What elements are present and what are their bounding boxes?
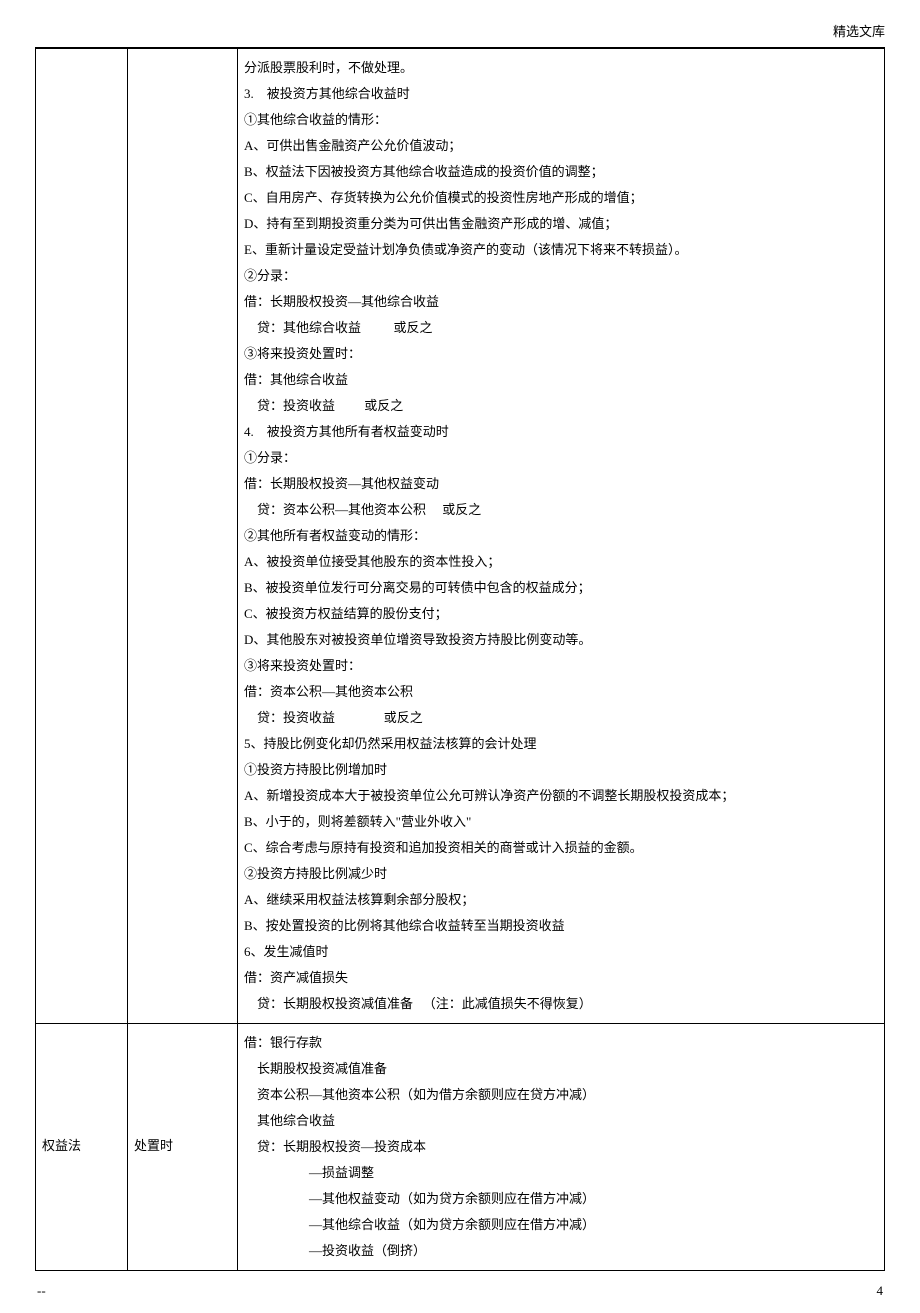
page-footer: -- 4 [35, 1279, 885, 1304]
content-line: ②投资方持股比例减少时 [244, 861, 878, 887]
row-content: 借：银行存款 长期股权投资减值准备 资本公积—其他资本公积（如为借方余额则应在贷… [238, 1023, 885, 1270]
content-line: E、重新计量设定受益计划净负债或净资产的变动（该情况下将来不转损益）。 [244, 237, 878, 263]
table-row: 分派股票股利时，不做处理。3. 被投资方其他综合收益时①其他综合收益的情形：A、… [36, 48, 885, 1023]
content-line: 4. 被投资方其他所有者权益变动时 [244, 419, 878, 445]
row-phase: 处置时 [128, 1023, 238, 1270]
content-line: A、新增投资成本大于被投资单位公允可辨认净资产份额的不调整长期股权投资成本； [244, 783, 878, 809]
content-line: 贷：其他综合收益 或反之 [244, 315, 878, 341]
content-line: ②分录： [244, 263, 878, 289]
content-line: 贷：长期股权投资减值准备 （注：此减值损失不得恢复） [244, 991, 878, 1017]
content-line: —投资收益（倒挤） [244, 1238, 878, 1264]
content-line: 3. 被投资方其他综合收益时 [244, 81, 878, 107]
row-content: 分派股票股利时，不做处理。3. 被投资方其他综合收益时①其他综合收益的情形：A、… [238, 48, 885, 1023]
content-line: —其他综合收益（如为贷方余额则应在借方冲减） [244, 1212, 878, 1238]
content-line: —其他权益变动（如为贷方余额则应在借方冲减） [244, 1186, 878, 1212]
footer-left: -- [37, 1279, 46, 1304]
row-category: 权益法 [36, 1023, 128, 1270]
content-line: B、权益法下因被投资方其他综合收益造成的投资价值的调整； [244, 159, 878, 185]
accounting-table: 分派股票股利时，不做处理。3. 被投资方其他综合收益时①其他综合收益的情形：A、… [35, 48, 885, 1271]
content-line: 5、持股比例变化却仍然采用权益法核算的会计处理 [244, 731, 878, 757]
content-line: 借：银行存款 [244, 1030, 878, 1056]
content-line: A、可供出售金融资产公允价值波动； [244, 133, 878, 159]
content-line: A、被投资单位接受其他股东的资本性投入； [244, 549, 878, 575]
content-line: ①其他综合收益的情形： [244, 107, 878, 133]
content-line: D、持有至到期投资重分类为可供出售金融资产形成的增、减值； [244, 211, 878, 237]
content-line: 分派股票股利时，不做处理。 [244, 55, 878, 81]
content-line: 长期股权投资减值准备 [244, 1056, 878, 1082]
content-line: —损益调整 [244, 1160, 878, 1186]
content-line: 其他综合收益 [244, 1108, 878, 1134]
content-line: ①分录： [244, 445, 878, 471]
content-line: 贷：投资收益 或反之 [244, 705, 878, 731]
content-line: 资本公积—其他资本公积（如为借方余额则应在贷方冲减） [244, 1082, 878, 1108]
content-line: ③将来投资处置时： [244, 341, 878, 367]
content-line: ②其他所有者权益变动的情形： [244, 523, 878, 549]
content-line: 借：资本公积—其他资本公积 [244, 679, 878, 705]
content-line: D、其他股东对被投资单位增资导致投资方持股比例变动等。 [244, 627, 878, 653]
content-line: C、被投资方权益结算的股份支付； [244, 601, 878, 627]
page-number: 4 [877, 1279, 884, 1304]
content-line: 借：资产减值损失 [244, 965, 878, 991]
content-line: ①投资方持股比例增加时 [244, 757, 878, 783]
row-phase [128, 48, 238, 1023]
content-line: 贷：投资收益 或反之 [244, 393, 878, 419]
content-line: B、被投资单位发行可分离交易的可转债中包含的权益成分； [244, 575, 878, 601]
content-line: 6、发生减值时 [244, 939, 878, 965]
content-line: 借：长期股权投资—其他综合收益 [244, 289, 878, 315]
table-row: 权益法处置时借：银行存款 长期股权投资减值准备 资本公积—其他资本公积（如为借方… [36, 1023, 885, 1270]
page-wrapper: 精选文库 分派股票股利时，不做处理。3. 被投资方其他综合收益时①其他综合收益的… [0, 0, 920, 1313]
content-line: 贷：资本公积—其他资本公积 或反之 [244, 497, 878, 523]
content-line: C、自用房产、存货转换为公允价值模式的投资性房地产形成的增值； [244, 185, 878, 211]
content-line: 借：其他综合收益 [244, 367, 878, 393]
content-line: 借：长期股权投资—其他权益变动 [244, 471, 878, 497]
content-line: B、按处置投资的比例将其他综合收益转至当期投资收益 [244, 913, 878, 939]
content-line: 贷：长期股权投资—投资成本 [244, 1134, 878, 1160]
content-line: A、继续采用权益法核算剩余部分股权； [244, 887, 878, 913]
content-line: C、综合考虑与原持有投资和追加投资相关的商誉或计入损益的金额。 [244, 835, 878, 861]
content-line: ③将来投资处置时： [244, 653, 878, 679]
header-label: 精选文库 [35, 20, 885, 48]
row-category [36, 48, 128, 1023]
content-line: B、小于的，则将差额转入"营业外收入" [244, 809, 878, 835]
